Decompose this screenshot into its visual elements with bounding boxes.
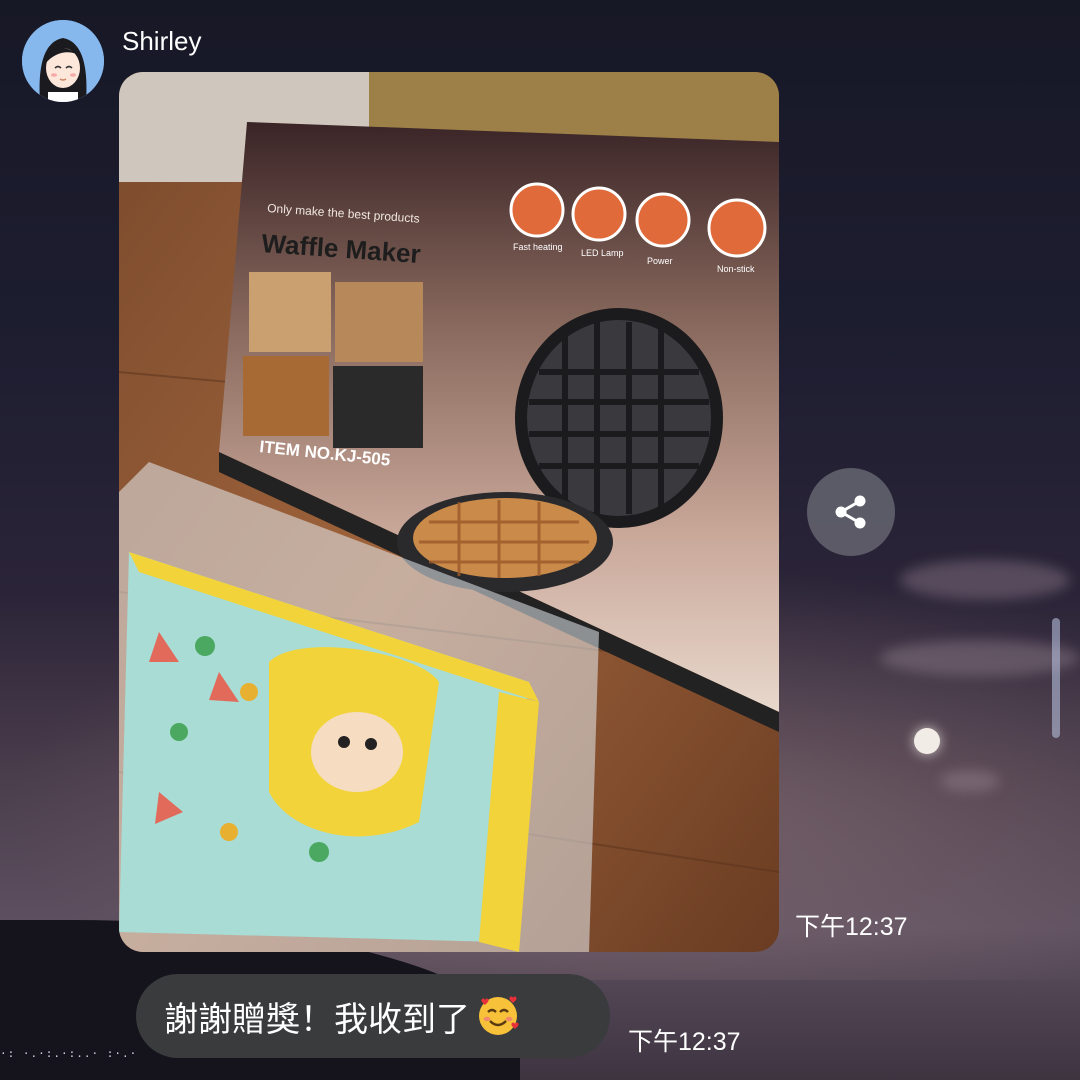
wallpaper-city-lights: ·: ·.·:.·:..· :·.· xyxy=(0,1047,138,1060)
feature-label: Power xyxy=(647,256,673,266)
avatar-girl-illustration xyxy=(22,20,104,102)
text-message-text: 謝謝贈獎！我收到了 xyxy=(164,999,470,1040)
text-message-bubble[interactable]: 謝謝贈獎！我收到了 xyxy=(136,974,610,1058)
waffle-maker-photo: Fast heating LED Lamp Power Non-stick On… xyxy=(119,72,779,952)
share-button[interactable] xyxy=(807,468,895,556)
share-icon xyxy=(835,495,866,529)
sender-avatar[interactable] xyxy=(22,20,104,102)
feature-label: Non-stick xyxy=(717,264,755,274)
smiling-face-with-hearts-icon xyxy=(476,994,520,1038)
image-message-time: 下午12:37 xyxy=(795,913,908,941)
scrollbar[interactable] xyxy=(1052,618,1060,738)
sender-name: Shirley xyxy=(122,26,202,56)
wallpaper-cloud xyxy=(900,560,1070,600)
feature-label: Fast heating xyxy=(513,242,563,252)
wallpaper-moon xyxy=(914,728,940,754)
feature-label: LED Lamp xyxy=(581,248,624,258)
text-message-time: 下午12:37 xyxy=(628,1028,741,1056)
wallpaper-cloud xyxy=(940,770,1000,792)
wallpaper-cloud xyxy=(880,640,1080,676)
image-message[interactable]: Fast heating LED Lamp Power Non-stick On… xyxy=(119,72,779,952)
